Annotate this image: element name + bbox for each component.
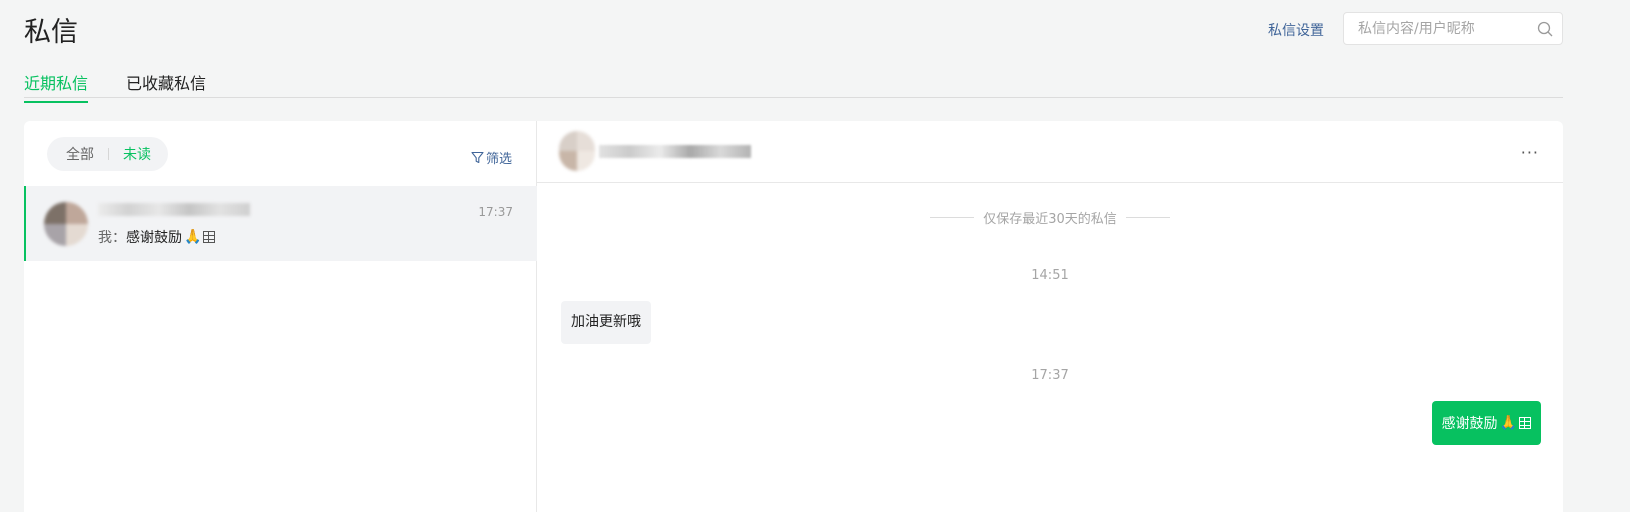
message-timestamp: 17:37 bbox=[1031, 368, 1069, 383]
more-options-icon[interactable]: ··· bbox=[1521, 143, 1539, 162]
screen-label: 筛选 bbox=[486, 152, 513, 167]
filter-divider bbox=[108, 148, 109, 160]
messages-panel: 全部 未读 筛选 17:37 我： 感谢鼓励 🙏 ··· 仅保存最近30天的私信… bbox=[24, 121, 1563, 512]
pray-emoji-icon: 🙏 bbox=[184, 229, 202, 245]
tab-bar: 近期私信 已收藏私信 bbox=[24, 70, 244, 103]
sent-message-bubble: 感谢鼓励 🙏 bbox=[1431, 401, 1541, 445]
page-title: 私信 bbox=[24, 17, 78, 48]
read-filter-toggle: 全部 未读 bbox=[47, 137, 168, 171]
sent-message-text: 感谢鼓励 bbox=[1441, 416, 1498, 432]
chat-avatar bbox=[559, 131, 595, 171]
message-settings-link[interactable]: 私信设置 bbox=[1268, 20, 1324, 40]
conversation-preview: 我： 感谢鼓励 🙏 bbox=[98, 227, 216, 247]
search-input[interactable] bbox=[1344, 13, 1534, 44]
tab-saved-messages[interactable]: 已收藏私信 bbox=[126, 70, 206, 103]
chat-name-redacted bbox=[599, 145, 751, 158]
filter-all-option[interactable]: 全部 bbox=[66, 144, 94, 164]
screen-button[interactable]: 筛选 bbox=[471, 148, 512, 167]
funnel-icon bbox=[471, 151, 484, 164]
grid-emoji-icon bbox=[1519, 417, 1531, 429]
filter-unread-option[interactable]: 未读 bbox=[123, 144, 151, 164]
pray-emoji-icon: 🙏 bbox=[1499, 415, 1517, 431]
avatar bbox=[44, 202, 88, 246]
preview-text: 感谢鼓励 bbox=[126, 230, 182, 246]
conversation-time: 17:37 bbox=[478, 205, 513, 219]
conversation-name-redacted bbox=[98, 203, 250, 216]
grid-emoji-icon bbox=[203, 231, 216, 243]
retention-notice-text: 仅保存最近30天的私信 bbox=[983, 212, 1117, 227]
received-message-bubble: 加油更新哦 bbox=[561, 301, 651, 344]
notice-line-right bbox=[1125, 217, 1170, 218]
conversation-item[interactable]: 17:37 我： 感谢鼓励 🙏 bbox=[24, 186, 537, 261]
notice-line-left bbox=[930, 217, 975, 218]
search-icon[interactable] bbox=[1537, 21, 1553, 37]
tab-recent-messages[interactable]: 近期私信 bbox=[24, 70, 89, 103]
chat-pane: ··· 仅保存最近30天的私信 14:51 加油更新哦 17:37 感谢鼓励 🙏 bbox=[537, 121, 1563, 512]
search-box bbox=[1343, 12, 1563, 45]
chat-header: ··· bbox=[537, 121, 1563, 183]
retention-notice: 仅保存最近30天的私信 bbox=[537, 208, 1563, 227]
conversation-list-pane: 全部 未读 筛选 17:37 我： 感谢鼓励 🙏 bbox=[24, 121, 537, 512]
preview-sender-prefix: 我： bbox=[98, 230, 126, 246]
tab-divider bbox=[24, 97, 1563, 98]
message-timestamp: 14:51 bbox=[1031, 268, 1069, 283]
